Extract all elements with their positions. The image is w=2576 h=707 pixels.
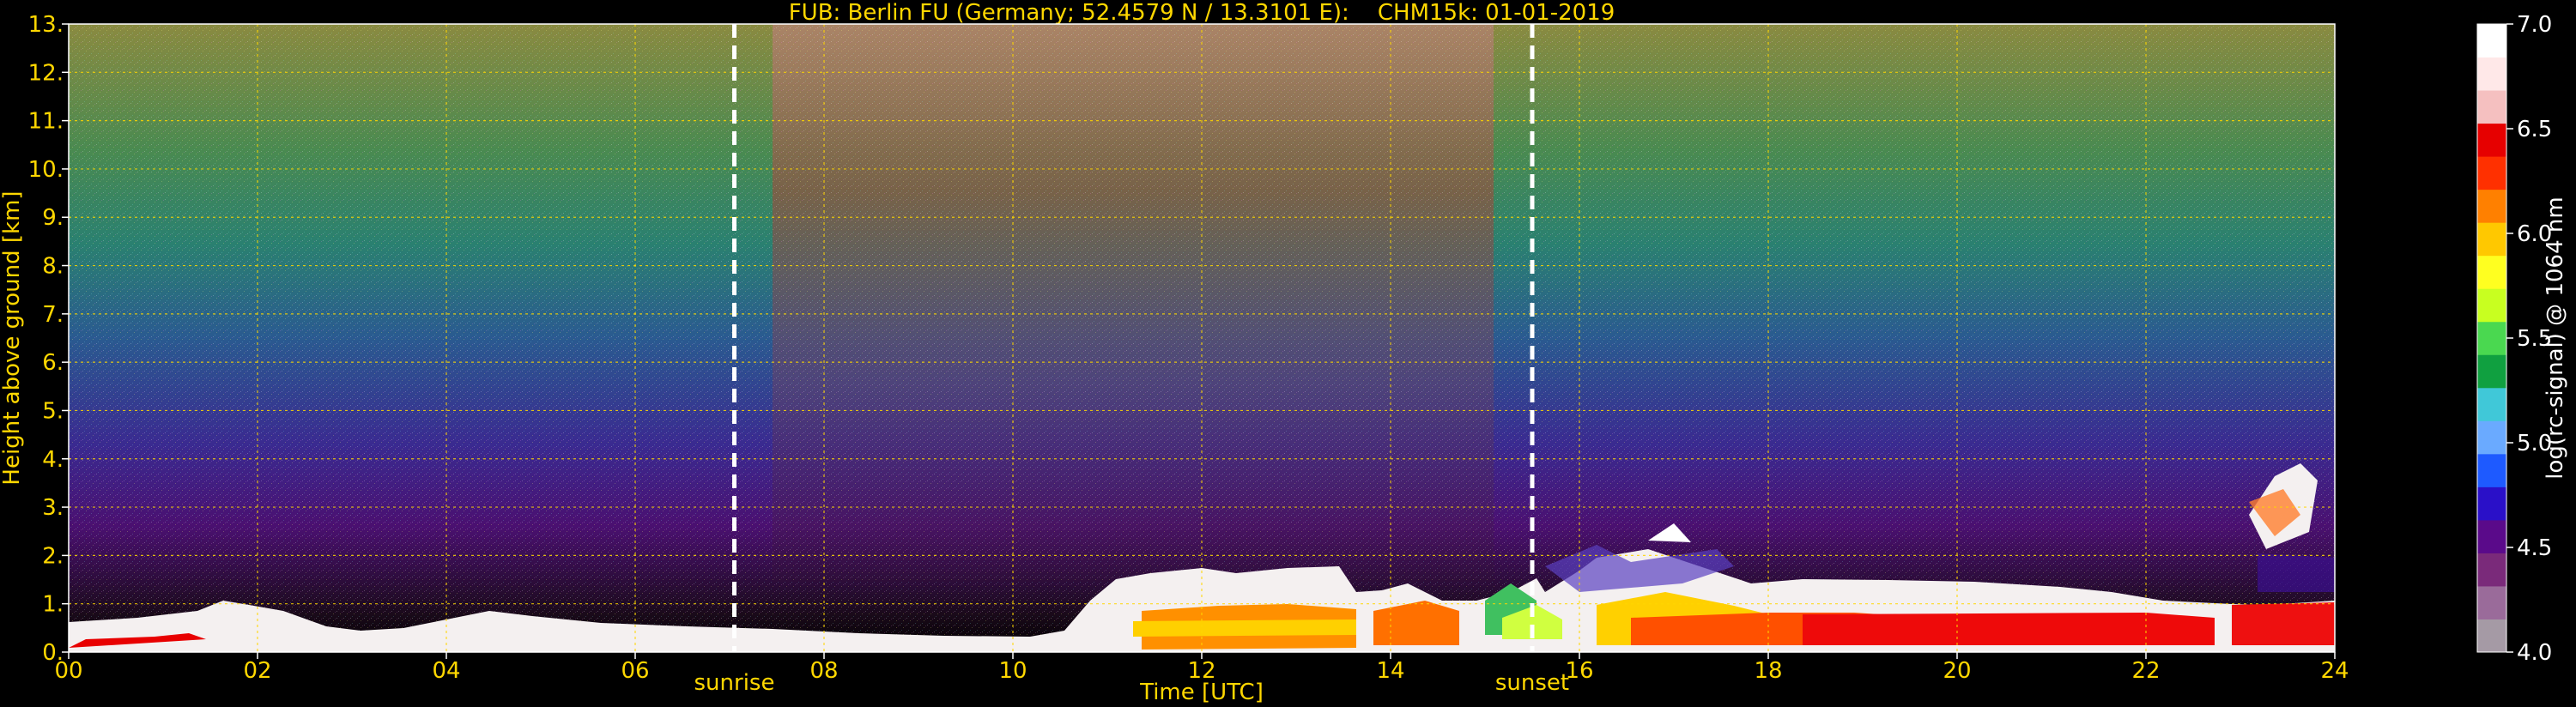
y-tick-label: 4. — [42, 447, 64, 473]
y-tick-label: 0. — [42, 640, 64, 666]
y-axis-ticks: 0. 1. 2. 3. 4. 5. 6. 7. 8. 9. 10. 11. 12. 13. — [28, 12, 69, 666]
colorbar-label: log(rc-signal) @ 1064 nm — [2543, 196, 2568, 479]
colorbar-segment — [2477, 519, 2506, 553]
colorbar-tick-label: 4.0 — [2517, 640, 2552, 666]
y-tick-label: 1. — [42, 592, 64, 618]
x-tick-label: 16 — [1565, 658, 1593, 684]
x-tick-label: 24 — [2320, 658, 2349, 684]
x-tick-label: 20 — [1943, 658, 1971, 684]
y-tick-label: 8. — [42, 254, 64, 280]
y-tick-label: 10. — [28, 157, 64, 183]
y-tick-label: 2. — [42, 543, 64, 569]
x-tick-label: 14 — [1376, 658, 1404, 684]
colorbar-segment — [2477, 585, 2506, 619]
colorbar-segment — [2477, 420, 2506, 455]
colorbar-tick-label: 4.5 — [2517, 535, 2552, 561]
y-tick-label: 9. — [42, 205, 64, 231]
y-tick-label: 5. — [42, 398, 64, 424]
y-tick-label: 12. — [28, 60, 64, 86]
colorbar-segment — [2477, 553, 2506, 587]
colorbar-segment — [2477, 123, 2506, 157]
ceilometer-chart: 00 02 04 06 08 10 12 14 16 18 20 22 24 0.1.2.3.4.5.6… — [0, 12, 2568, 705]
x-tick-label: 08 — [809, 658, 838, 684]
y-tick-label: 11. — [28, 109, 64, 135]
x-tick-label: 18 — [1754, 658, 1782, 684]
colorbar-tick-label: 6.5 — [2517, 117, 2552, 142]
sunset-label: sunset — [1495, 670, 1569, 696]
colorbar-segment — [2477, 387, 2506, 421]
colorbar-segment — [2477, 156, 2506, 190]
x-axis-label: Time [UTC] — [1139, 680, 1264, 705]
y-tick-label: 13. — [28, 12, 64, 38]
colorbar-tick-label: 7.0 — [2517, 12, 2552, 38]
colorbar-segment — [2477, 189, 2506, 223]
sunrise-label: sunrise — [694, 670, 775, 696]
colorbar: 4.04.55.05.56.06.57.0 — [2476, 12, 2552, 666]
colorbar-segment — [2477, 24, 2506, 58]
colorbar-segment — [2477, 619, 2506, 653]
x-tick-label: 04 — [432, 658, 460, 684]
y-tick-label: 7. — [42, 302, 64, 328]
x-tick-label: 02 — [243, 658, 271, 684]
colorbar-segment — [2477, 354, 2506, 389]
colorbar-segment — [2477, 288, 2506, 323]
colorbar-segment — [2477, 90, 2506, 124]
colorbar-segment — [2477, 453, 2506, 487]
colorbar-segment — [2477, 222, 2506, 257]
colorbar-segment — [2477, 57, 2506, 91]
y-axis-label: Height above ground [km] — [0, 190, 25, 485]
y-tick-label: 3. — [42, 495, 64, 521]
y-tick-label: 6. — [42, 350, 64, 376]
x-tick-label: 10 — [998, 658, 1027, 684]
colorbar-segment — [2477, 321, 2506, 355]
colorbar-segment — [2477, 486, 2506, 521]
x-tick-label: 06 — [621, 658, 649, 684]
colorbar-segment — [2477, 255, 2506, 289]
x-tick-label: 22 — [2131, 658, 2160, 684]
